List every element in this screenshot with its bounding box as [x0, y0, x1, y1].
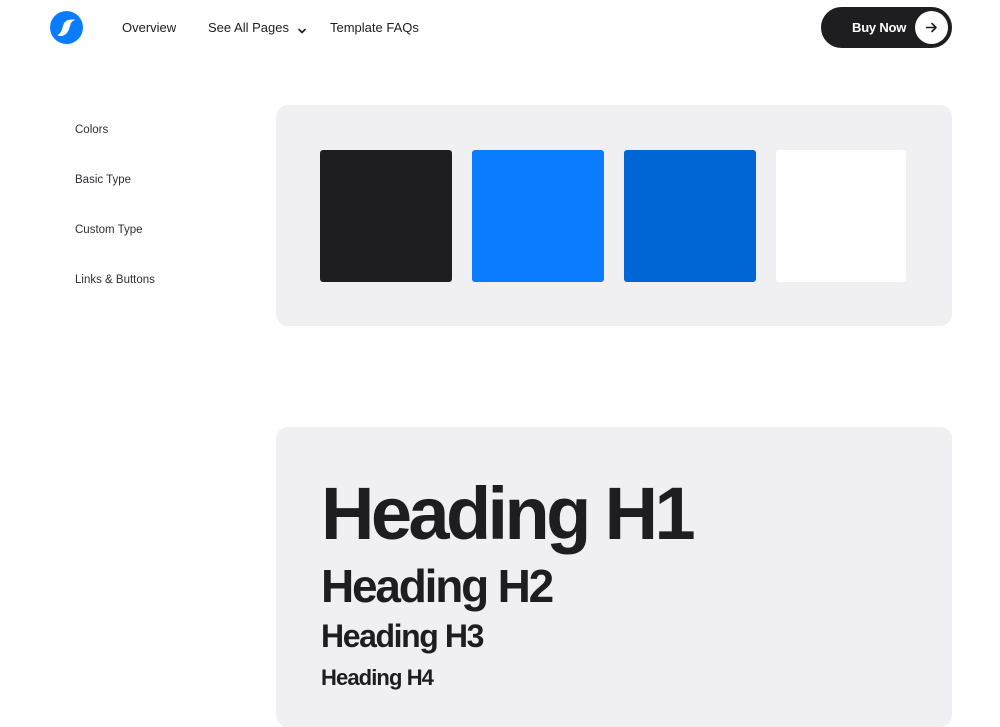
color-swatch-dark — [320, 150, 452, 282]
sidebar-item-basic-type[interactable]: Basic Type — [75, 172, 131, 188]
heading-h2-sample: Heading H2 — [321, 560, 554, 612]
sidebar-item-colors[interactable]: Colors — [75, 122, 108, 138]
chevron-down-icon — [297, 23, 307, 33]
nav-link-template-faqs[interactable]: Template FAQs — [330, 19, 419, 36]
sidebar-item-links-buttons[interactable]: Links & Buttons — [75, 272, 155, 288]
arrow-right-icon — [915, 11, 948, 44]
buy-now-label: Buy Now — [852, 20, 907, 35]
heading-h1-sample: Heading H1 — [321, 472, 696, 555]
heading-h3-sample: Heading H3 — [321, 618, 484, 654]
colors-panel — [276, 105, 952, 326]
nav-link-see-all-pages[interactable]: See All Pages — [208, 19, 307, 36]
basic-type-panel: Heading H1 Heading H2 Heading H3 Heading… — [276, 427, 952, 727]
top-navigation: Overview See All Pages Template FAQs Buy… — [0, 0, 1000, 56]
heading-h4-sample: Heading H4 — [321, 665, 434, 690]
buy-now-button[interactable]: Buy Now — [821, 7, 952, 48]
swoosh-s-logo-icon[interactable] — [50, 11, 83, 44]
nav-link-label: See All Pages — [208, 20, 289, 35]
sidebar-item-custom-type[interactable]: Custom Type — [75, 222, 143, 238]
color-swatch-white — [776, 150, 906, 282]
color-swatch-secondary-blue — [624, 150, 756, 282]
color-swatch-primary-blue — [472, 150, 604, 282]
nav-link-overview[interactable]: Overview — [122, 19, 176, 36]
